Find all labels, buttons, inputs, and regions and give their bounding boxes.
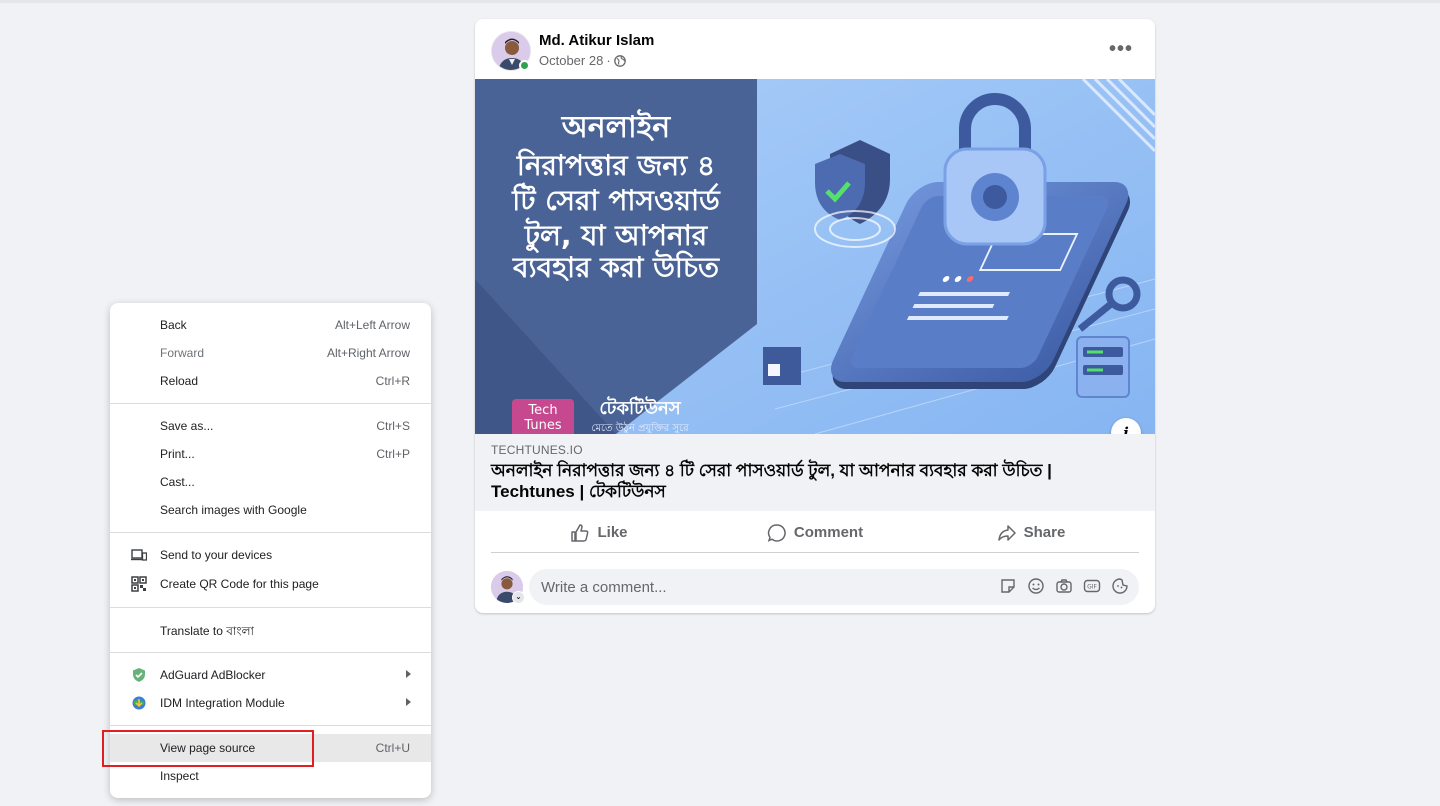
menu-item-shortcut: Alt+Left Arrow xyxy=(334,318,410,332)
thumbs-up-icon xyxy=(571,523,589,542)
post-action-bar: Like Comment Share xyxy=(491,513,1139,553)
post-meta: October 28 · xyxy=(539,53,626,68)
image-headline-line-4: টুল, যা আপনার xyxy=(524,217,709,253)
author-name[interactable]: Md. Atikur Islam xyxy=(539,32,654,49)
menu-item-shortcut: Ctrl+U xyxy=(375,741,410,755)
menu-item-label: Create QR Code for this page xyxy=(160,577,319,591)
menu-item-search-images[interactable]: Search images with Google xyxy=(110,496,431,524)
emoji-icon[interactable] xyxy=(1027,577,1045,595)
menu-separator xyxy=(110,607,431,608)
submenu-arrow-icon xyxy=(406,670,411,678)
brand-tagline: মেতে উঠুন প্রযুক্তির সুরে xyxy=(591,421,689,434)
image-headline-line-3: টি সেরা পাসওয়ার্ড xyxy=(511,182,721,217)
link-preview-caption[interactable]: TECHTUNES.IO অনলাইন নিরাপত্তার জন্য ৪ টি… xyxy=(475,434,1155,511)
camera-icon[interactable] xyxy=(1055,577,1073,595)
menu-separator xyxy=(110,652,431,653)
menu-item-shortcut: Ctrl+R xyxy=(375,374,410,388)
comment-bubble-icon xyxy=(767,523,786,542)
share-arrow-icon xyxy=(997,524,1016,541)
comment-placeholder: Write a comment... xyxy=(541,578,667,596)
adguard-icon xyxy=(133,668,145,682)
menu-separator xyxy=(110,403,431,404)
chevron-down-icon[interactable]: ⌄ xyxy=(512,591,525,604)
menu-item-save-as[interactable]: Save as... Ctrl+S xyxy=(110,412,431,440)
menu-item-back[interactable]: Back Alt+Left Arrow xyxy=(110,311,431,339)
menu-item-reload[interactable]: Reload Ctrl+R xyxy=(110,367,431,395)
menu-item-label: View page source xyxy=(160,741,256,755)
menu-item-label: Forward xyxy=(160,346,205,360)
link-title[interactable]: অনলাইন নিরাপত্তার জন্য ৪ টি সেরা পাসওয়া… xyxy=(491,460,1111,502)
share-button[interactable]: Share xyxy=(923,513,1139,552)
menu-item-idm-integration[interactable]: IDM Integration Module xyxy=(110,689,431,717)
link-domain: TECHTUNES.IO xyxy=(491,443,583,457)
menu-item-forward[interactable]: Forward Alt+Right Arrow xyxy=(110,339,431,367)
sticker-icon[interactable] xyxy=(999,577,1017,595)
menu-item-label: Translate to বাংলা xyxy=(160,624,254,638)
menu-item-label: AdGuard AdBlocker xyxy=(160,668,266,682)
share-label: Share xyxy=(1023,524,1066,541)
like-label: Like xyxy=(597,524,628,541)
avatar-sticker-icon[interactable] xyxy=(1111,577,1129,595)
menu-item-view-page-source[interactable]: View page source Ctrl+U xyxy=(110,734,431,762)
browser-top-edge xyxy=(0,0,1440,3)
menu-item-inspect[interactable]: Inspect xyxy=(110,762,431,790)
brand-name: টেকটিউনস xyxy=(599,396,681,419)
menu-separator xyxy=(110,532,431,533)
svg-text:GIF: GIF xyxy=(1087,584,1097,591)
menu-item-print[interactable]: Print... Ctrl+P xyxy=(110,440,431,468)
submenu-arrow-icon xyxy=(406,698,411,706)
menu-item-label: Cast... xyxy=(160,475,195,489)
menu-item-label: Save as... xyxy=(160,419,214,433)
brand-logo-text: Tech xyxy=(527,403,557,418)
link-preview-image[interactable]: অনলাইন নিরাপত্তার জন্য ৪ টি সেরা পাসওয়া… xyxy=(475,79,1155,434)
comment-button[interactable]: Comment xyxy=(707,513,923,552)
menu-item-create-qr-code[interactable]: Create QR Code for this page xyxy=(110,570,431,598)
menu-item-cast[interactable]: Cast... xyxy=(110,468,431,496)
like-button[interactable]: Like xyxy=(491,513,707,552)
gif-icon[interactable]: GIF xyxy=(1083,577,1101,595)
menu-item-translate[interactable]: Translate to বাংলা xyxy=(110,616,431,644)
menu-item-label: Inspect xyxy=(160,769,199,783)
menu-separator xyxy=(110,725,431,726)
menu-item-label: Print... xyxy=(160,447,195,461)
comment-composer: ⌄ Write a comment... GIF xyxy=(491,569,1139,605)
menu-item-shortcut: Ctrl+S xyxy=(376,419,410,433)
post-header: Md. Atikur Islam October 28 · ••• xyxy=(475,19,1155,79)
facebook-post-card: Md. Atikur Islam October 28 · ••• অনলাইন… xyxy=(475,19,1155,613)
menu-item-label: Search images with Google xyxy=(160,503,307,517)
image-headline-line-1: অনলাইন xyxy=(561,109,672,145)
comment-tools: GIF xyxy=(999,577,1129,595)
qr-code-icon xyxy=(131,576,147,592)
idm-icon xyxy=(132,696,146,710)
meta-separator: · xyxy=(606,53,611,68)
menu-item-shortcut: Alt+Right Arrow xyxy=(326,346,410,360)
image-headline-line-2: নিরাপত্তার জন্য ৪ xyxy=(516,148,715,182)
menu-item-label: Send to your devices xyxy=(160,548,273,562)
globe-icon xyxy=(613,54,626,67)
menu-item-label: Back xyxy=(160,318,187,332)
menu-item-shortcut: Ctrl+P xyxy=(376,447,410,461)
menu-item-label: Reload xyxy=(160,374,199,388)
menu-item-adguard[interactable]: AdGuard AdBlocker xyxy=(110,661,431,689)
comment-label: Comment xyxy=(793,524,864,541)
post-more-options-button[interactable]: ••• xyxy=(1105,33,1137,65)
devices-icon xyxy=(131,549,147,561)
online-status-dot xyxy=(519,60,530,71)
menu-item-send-to-devices[interactable]: Send to your devices xyxy=(110,541,431,569)
menu-item-label: IDM Integration Module xyxy=(160,696,285,710)
post-date[interactable]: October 28 xyxy=(539,53,603,68)
brand-logo-text-2: Tunes xyxy=(523,418,561,433)
browser-context-menu: Back Alt+Left Arrow Forward Alt+Right Ar… xyxy=(110,303,431,798)
image-headline-line-5: ব্যবহার করা উচিত xyxy=(512,249,720,284)
